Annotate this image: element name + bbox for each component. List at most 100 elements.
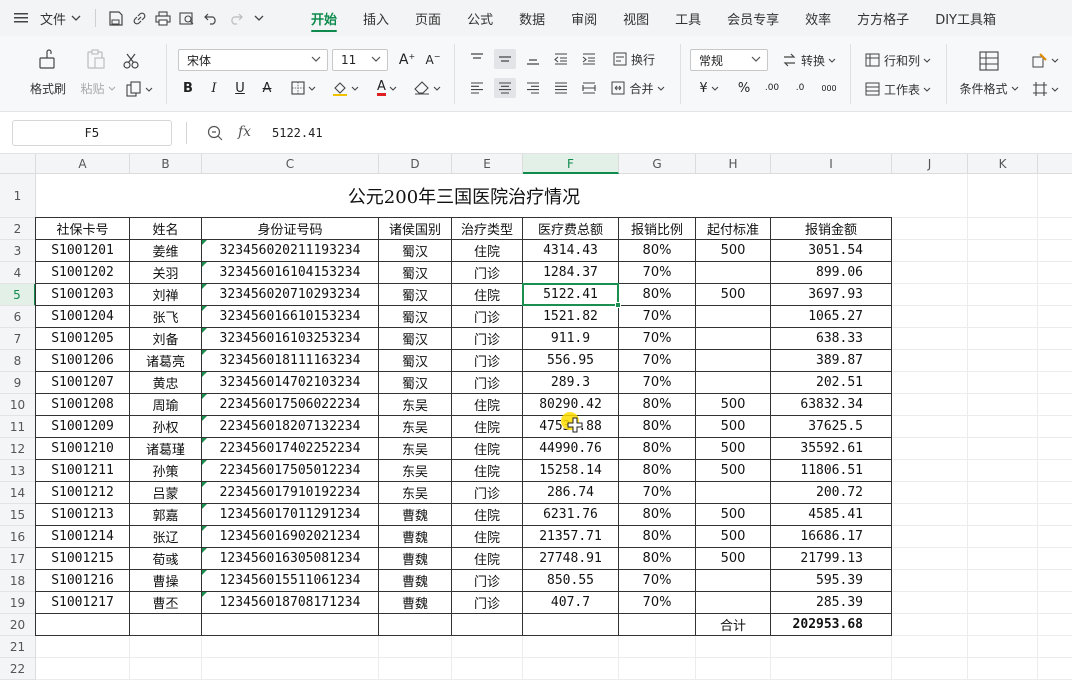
grid-cell[interactable] xyxy=(892,504,968,526)
table-cell[interactable]: 荀彧 xyxy=(130,548,202,570)
grid-cell[interactable] xyxy=(1038,328,1072,350)
cut-icon[interactable] xyxy=(120,50,142,72)
grid-cell[interactable] xyxy=(968,438,1038,460)
table-cell[interactable]: 323456020710293234 xyxy=(202,284,379,306)
table-cell[interactable]: 6231.76 xyxy=(523,504,619,526)
table-cell[interactable]: S1001205 xyxy=(36,328,130,350)
table-cell[interactable]: 80% xyxy=(619,416,696,438)
paste-button[interactable]: 粘贴 xyxy=(74,80,122,96)
table-cell[interactable]: 500 xyxy=(696,548,771,570)
table-cell[interactable]: 4314.43 xyxy=(523,240,619,262)
table-cell[interactable]: S1001209 xyxy=(36,416,130,438)
table-cell[interactable]: 关羽 xyxy=(130,262,202,284)
formula-input[interactable]: 5122.41 xyxy=(272,126,323,140)
grid-cell[interactable] xyxy=(892,460,968,482)
grid-cell[interactable] xyxy=(1038,372,1072,394)
grid-cell[interactable] xyxy=(1038,438,1072,460)
table-cell[interactable]: 899.06 xyxy=(771,262,892,284)
tab-2[interactable]: 页面 xyxy=(402,0,454,36)
table-cell[interactable]: 东吴 xyxy=(379,394,452,416)
table-cell[interactable]: 5122.41 xyxy=(523,284,619,306)
grid-cell[interactable] xyxy=(892,306,968,328)
column-header[interactable]: I xyxy=(771,154,892,174)
table-cell[interactable]: S1001202 xyxy=(36,262,130,284)
row-header[interactable]: 2 xyxy=(0,218,36,240)
table-cell[interactable]: 323456016104153234 xyxy=(202,262,379,284)
table-cell[interactable]: 吕蒙 xyxy=(130,482,202,504)
table-cell[interactable]: 门诊 xyxy=(452,570,523,592)
row-header[interactable]: 9 xyxy=(0,372,36,394)
table-cell[interactable] xyxy=(696,350,771,372)
table-cell[interactable] xyxy=(696,592,771,614)
table-cell[interactable]: S1001213 xyxy=(36,504,130,526)
table-cell[interactable]: 诸葛瑾 xyxy=(130,438,202,460)
grid-cell[interactable] xyxy=(771,658,892,680)
table-cell[interactable]: 70% xyxy=(619,350,696,372)
format-painter-icon[interactable] xyxy=(34,46,60,72)
table-cell[interactable]: S1001217 xyxy=(36,592,130,614)
row-header[interactable]: 17 xyxy=(0,548,36,570)
grid-cell[interactable] xyxy=(892,174,968,218)
table-cell[interactable]: 80% xyxy=(619,438,696,460)
table-cell[interactable]: 200.72 xyxy=(771,482,892,504)
grid-cell[interactable] xyxy=(523,658,619,680)
table-cell[interactable]: 孙策 xyxy=(130,460,202,482)
increase-font-icon[interactable]: A + xyxy=(396,50,418,70)
row-header[interactable]: 7 xyxy=(0,328,36,350)
table-cell[interactable]: 37625.5 xyxy=(771,416,892,438)
row-header[interactable]: 12 xyxy=(0,438,36,460)
table-cell[interactable]: S1001208 xyxy=(36,394,130,416)
table-cell[interactable]: 刘备 xyxy=(130,328,202,350)
strikethrough-icon[interactable]: A xyxy=(258,78,276,98)
row-header[interactable]: 18 xyxy=(0,570,36,592)
grid-cell[interactable] xyxy=(968,614,1038,636)
table-cell[interactable]: S1001206 xyxy=(36,350,130,372)
table-cell[interactable]: 70% xyxy=(619,372,696,394)
grid-cell[interactable] xyxy=(892,614,968,636)
grid-cell[interactable] xyxy=(1038,460,1072,482)
table-cell[interactable]: 门诊 xyxy=(452,306,523,328)
table-cell[interactable]: 323456016610153234 xyxy=(202,306,379,328)
grid-cell[interactable] xyxy=(452,658,523,680)
table-cell[interactable]: 500 xyxy=(696,284,771,306)
row-header[interactable]: 22 xyxy=(0,658,36,680)
table-cell[interactable]: 123456016902021234 xyxy=(202,526,379,548)
grid-cell[interactable] xyxy=(892,570,968,592)
align-center-icon[interactable] xyxy=(494,78,516,98)
row-header[interactable]: 19 xyxy=(0,592,36,614)
name-box[interactable]: F5 xyxy=(12,120,172,146)
grid-cell[interactable] xyxy=(1038,658,1072,680)
table-cell[interactable]: 638.33 xyxy=(771,328,892,350)
grid-cell[interactable] xyxy=(452,636,523,658)
grid-cell[interactable] xyxy=(696,636,771,658)
decrease-decimal-icon[interactable]: .0 xyxy=(788,78,812,98)
table-cell[interactable]: 16686.17 xyxy=(771,526,892,548)
grid-cell[interactable] xyxy=(968,394,1038,416)
table-cell[interactable]: S1001203 xyxy=(36,284,130,306)
grid-cell[interactable] xyxy=(968,460,1038,482)
table-cell[interactable]: 曹魏 xyxy=(379,504,452,526)
table-cell[interactable]: 姜维 xyxy=(130,240,202,262)
table-cell[interactable]: 住院 xyxy=(452,394,523,416)
grid-cell[interactable] xyxy=(1038,570,1072,592)
table-cell[interactable]: 70% xyxy=(619,328,696,350)
table-cell[interactable]: 27748.91 xyxy=(523,548,619,570)
table-cell[interactable] xyxy=(696,570,771,592)
grid-cell[interactable] xyxy=(771,636,892,658)
table-cell[interactable]: 44990.76 xyxy=(523,438,619,460)
grid-cell[interactable] xyxy=(1038,284,1072,306)
grid-cell[interactable] xyxy=(968,218,1038,240)
column-header[interactable]: B xyxy=(130,154,202,174)
cell-style-icon[interactable] xyxy=(1028,49,1062,71)
table-cell[interactable]: S1001214 xyxy=(36,526,130,548)
currency-button[interactable]: ¥ xyxy=(694,78,724,98)
table-cell[interactable]: 323456020211193234 xyxy=(202,240,379,262)
borders-icon[interactable] xyxy=(288,78,318,98)
table-cell[interactable] xyxy=(696,262,771,284)
number-format-select[interactable]: 常规 xyxy=(690,49,768,71)
file-menu[interactable]: 文件 xyxy=(34,6,87,30)
table-cell[interactable]: S1001212 xyxy=(36,482,130,504)
table-style-icon[interactable] xyxy=(1028,78,1062,100)
table-cell[interactable]: 223456017402252234 xyxy=(202,438,379,460)
table-cell[interactable]: 80% xyxy=(619,526,696,548)
